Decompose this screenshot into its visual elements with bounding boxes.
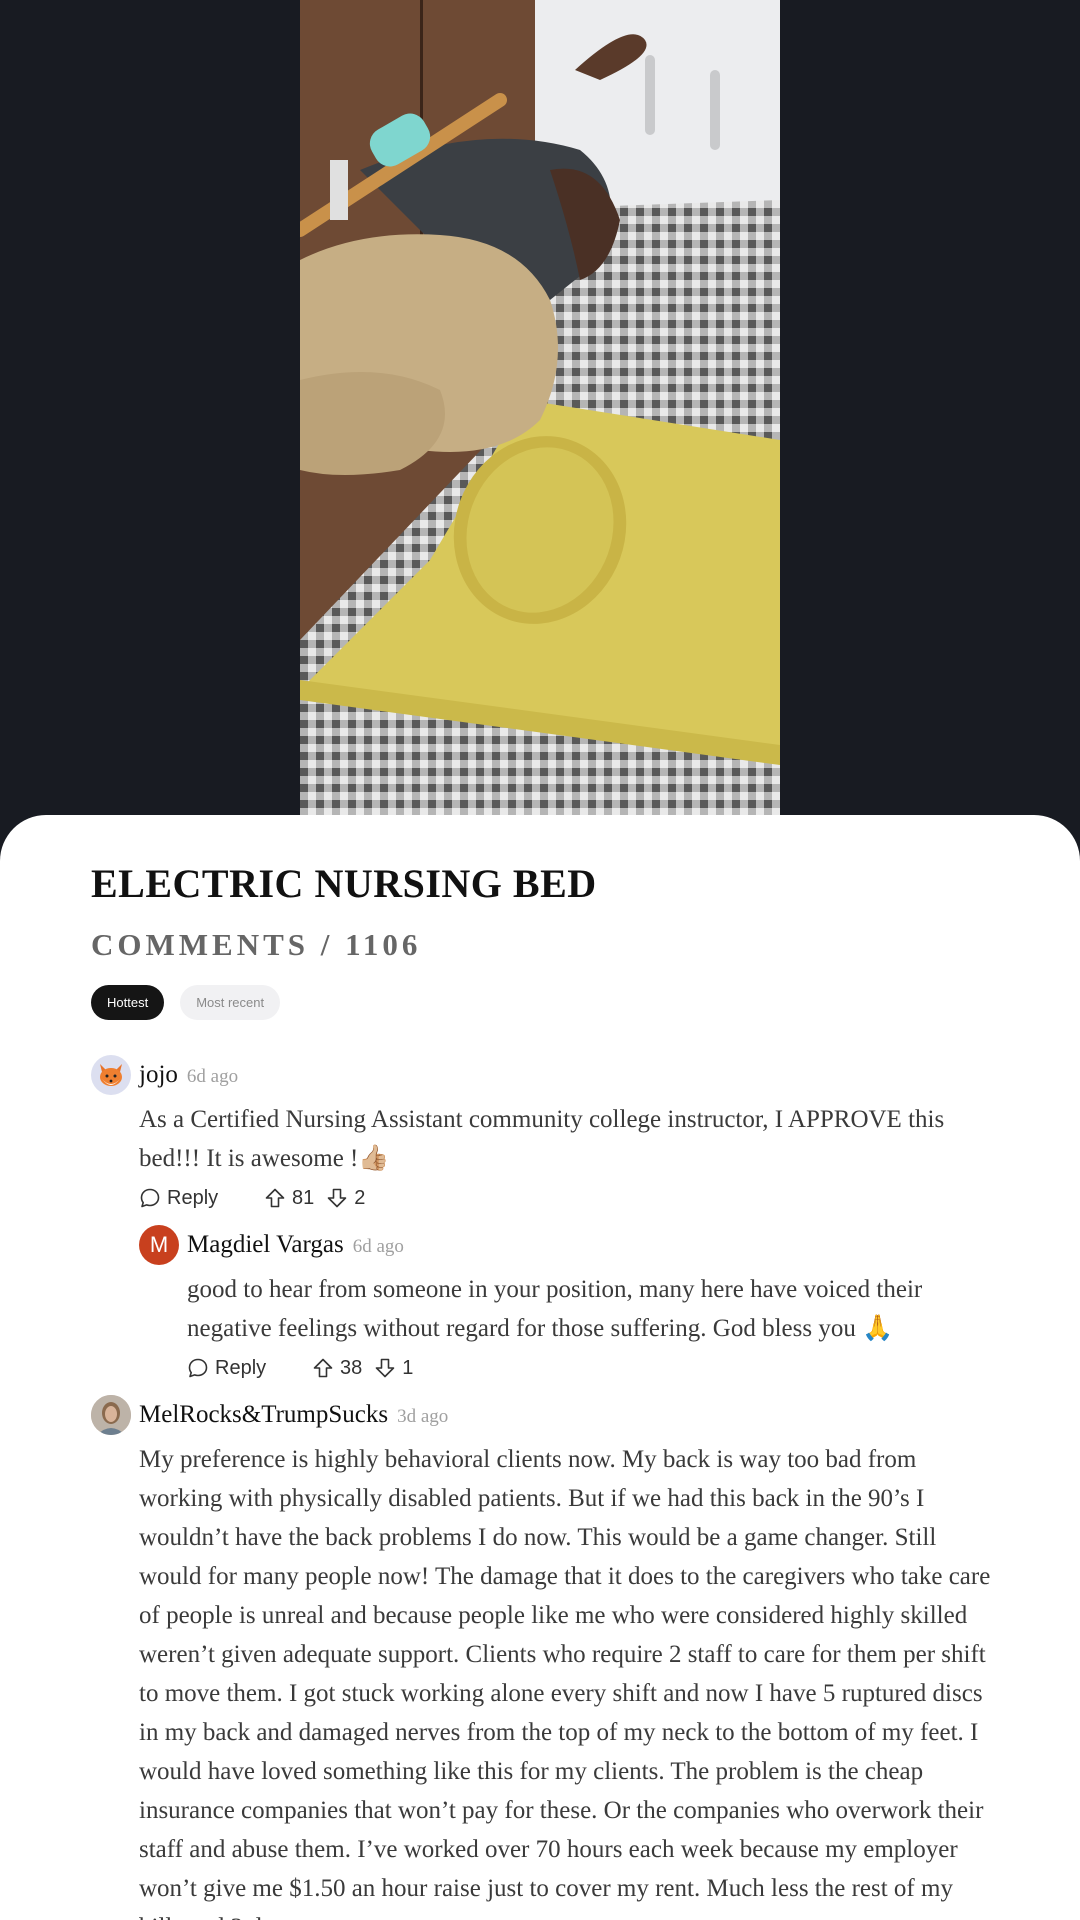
upvote-button[interactable]: 38: [312, 1357, 362, 1380]
upvote-arrow-icon: [313, 1358, 333, 1378]
comment-reply: M Magdiel Vargas 6d ago good to hear fro…: [139, 1225, 999, 1383]
avatar[interactable]: M: [139, 1225, 179, 1265]
reply-label: Reply: [167, 1186, 219, 1209]
filter-most-recent[interactable]: Most recent: [180, 985, 281, 1020]
speech-bubble-icon: [140, 1188, 160, 1208]
downvote-count: 1: [402, 1356, 414, 1379]
video-area[interactable]: [0, 0, 1080, 830]
speech-bubble-icon: [188, 1358, 208, 1378]
avatar-letter: M: [149, 1232, 169, 1257]
downvote-button[interactable]: 1: [374, 1357, 413, 1380]
reply-button[interactable]: Reply: [187, 1357, 312, 1380]
reply-button[interactable]: Reply: [139, 1187, 264, 1210]
comment-actions: Reply 38 1: [187, 1353, 999, 1383]
upvote-button[interactable]: 81: [264, 1187, 314, 1210]
upvote-count: 38: [340, 1356, 363, 1379]
downvote-count: 2: [354, 1186, 366, 1209]
comment: jojo 6d ago As a Certified Nursing Assis…: [91, 1055, 991, 1213]
page-title: ELECTRIC NURSING BED: [91, 861, 597, 906]
comment: MelRocks&TrumpSucks 3d ago My preference…: [91, 1395, 1011, 1920]
comment-author[interactable]: Magdiel Vargas: [187, 1231, 344, 1259]
photo-avatar-icon: [91, 1395, 131, 1435]
fox-avatar-icon: [100, 1064, 122, 1086]
comment-author[interactable]: jojo: [139, 1061, 178, 1089]
comment-author[interactable]: MelRocks&TrumpSucks: [139, 1401, 388, 1429]
comment-text: My preference is highly behavioral clien…: [139, 1446, 991, 1920]
comments-sheet: ELECTRIC NURSING BED COMMENTS / 1106 Hot…: [0, 815, 1080, 1920]
comment-time: 6d ago: [186, 1065, 239, 1087]
comment-time: 3d ago: [397, 1405, 449, 1427]
filter-hottest[interactable]: Hottest: [91, 985, 165, 1020]
sort-filters: Hottest Most recent: [91, 985, 281, 1020]
avatar[interactable]: [91, 1395, 131, 1435]
comment-text: As a Certified Nursing Assistant communi…: [139, 1106, 945, 1172]
comment-time: 6d ago: [352, 1235, 404, 1257]
comment-text: good to hear from someone in your positi…: [187, 1276, 923, 1342]
avatar[interactable]: [91, 1055, 131, 1095]
upvote-arrow-icon: [265, 1188, 285, 1208]
downvote-arrow-icon: [375, 1358, 395, 1378]
comments-separator: /: [320, 927, 334, 962]
upvote-count: 81: [292, 1186, 315, 1209]
reply-label: Reply: [215, 1356, 267, 1379]
comment-actions: Reply 81 2: [139, 1183, 991, 1213]
video-frame-image: [300, 0, 780, 830]
comment-count: 1106: [345, 927, 422, 962]
comments-heading: COMMENTS / 1106: [91, 927, 421, 963]
video-player[interactable]: [300, 0, 780, 830]
downvote-button[interactable]: 2: [326, 1187, 365, 1210]
downvote-arrow-icon: [327, 1188, 347, 1208]
comments-label: COMMENTS: [91, 927, 309, 962]
